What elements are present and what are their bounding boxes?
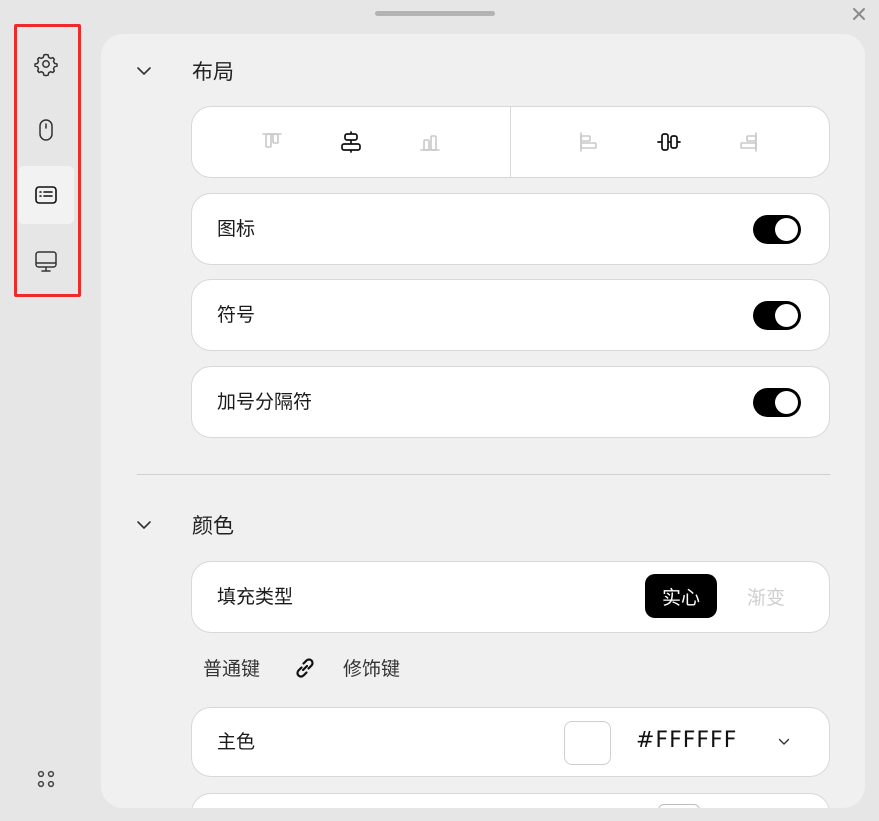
- tab-modifier-keys[interactable]: 修饰键: [343, 654, 400, 681]
- next-color-swatch[interactable]: [658, 804, 700, 808]
- align-left-icon: [580, 132, 597, 152]
- close-button[interactable]: [848, 3, 870, 25]
- apps-grid-icon: [37, 770, 55, 788]
- chevron-down-icon: [137, 521, 151, 529]
- mouse-icon: [39, 119, 53, 141]
- align-right-icon: [740, 132, 757, 152]
- alignment-divider: [510, 107, 511, 177]
- monitor-icon: [35, 251, 57, 272]
- align-center-horizontal-icon: [657, 133, 681, 151]
- toggle-label-symbols: 符号: [217, 304, 256, 326]
- toggle-label-plus-separator: 加号分隔符: [217, 391, 313, 413]
- icons-toggle[interactable]: [753, 215, 801, 244]
- next-color-row: [191, 793, 830, 808]
- align-center-vertical-button[interactable]: [311, 107, 391, 177]
- link-key-colors-button[interactable]: [291, 654, 319, 682]
- settings-panel[interactable]: 布局 图标 符号 加号分隔符 颜色 填充类型 实心 渐变 普通键 修饰键 主色 …: [101, 34, 865, 808]
- plus-separator-toggle[interactable]: [753, 388, 801, 417]
- color-collapse-toggle[interactable]: [134, 515, 154, 535]
- link-icon: [296, 658, 314, 678]
- align-top-icon: [262, 133, 282, 148]
- sidebar-item-mouse[interactable]: [18, 101, 74, 159]
- toggle-row-icons: 图标: [191, 193, 830, 265]
- layout-section-title: 布局: [192, 60, 234, 84]
- align-left-button[interactable]: [549, 107, 629, 177]
- window-drag-handle[interactable]: [375, 11, 495, 16]
- primary-color-label: 主色: [217, 731, 256, 753]
- symbols-toggle[interactable]: [753, 301, 801, 330]
- layout-section-header: 布局: [101, 51, 865, 91]
- toggle-knob: [775, 304, 798, 327]
- color-section-header: 颜色: [101, 505, 865, 545]
- align-center-vertical-icon: [341, 131, 361, 153]
- primary-color-row: 主色 #FFFFFF: [191, 707, 830, 777]
- align-top-button[interactable]: [232, 107, 312, 177]
- align-bottom-button[interactable]: [390, 107, 470, 177]
- chevron-down-icon: [137, 67, 151, 75]
- sidebar-item-settings[interactable]: [18, 35, 74, 93]
- sidebar-item-display[interactable]: [18, 232, 74, 290]
- toggle-knob: [775, 218, 798, 241]
- primary-color-swatch[interactable]: [564, 721, 611, 765]
- sidebar-item-keyboard[interactable]: [18, 166, 74, 224]
- align-center-horizontal-button[interactable]: [629, 107, 709, 177]
- toggle-knob: [775, 391, 798, 414]
- chevron-down-icon: [778, 738, 790, 745]
- primary-color-hex[interactable]: #FFFFFF: [636, 708, 737, 774]
- alignment-card: [191, 106, 830, 178]
- color-section-title: 颜色: [192, 514, 234, 538]
- primary-color-dropdown[interactable]: [776, 734, 792, 750]
- fill-type-label: 填充类型: [217, 586, 294, 608]
- section-divider: [137, 474, 830, 475]
- tab-normal-keys[interactable]: 普通键: [203, 654, 260, 681]
- layout-collapse-toggle[interactable]: [134, 61, 154, 81]
- close-icon: [853, 8, 865, 20]
- gear-icon: [34, 53, 58, 77]
- fill-gradient-option[interactable]: 渐变: [730, 574, 802, 618]
- apps-grid-button[interactable]: [30, 763, 62, 795]
- toggle-label-icons: 图标: [217, 218, 256, 240]
- fill-type-row: 填充类型 实心 渐变: [191, 561, 830, 633]
- toggle-row-symbols: 符号: [191, 279, 830, 351]
- align-right-button[interactable]: [708, 107, 788, 177]
- keyboard-icon: [35, 186, 57, 204]
- align-bottom-icon: [420, 135, 440, 151]
- toggle-row-plus-separator: 加号分隔符: [191, 366, 830, 438]
- fill-solid-option[interactable]: 实心: [645, 574, 717, 618]
